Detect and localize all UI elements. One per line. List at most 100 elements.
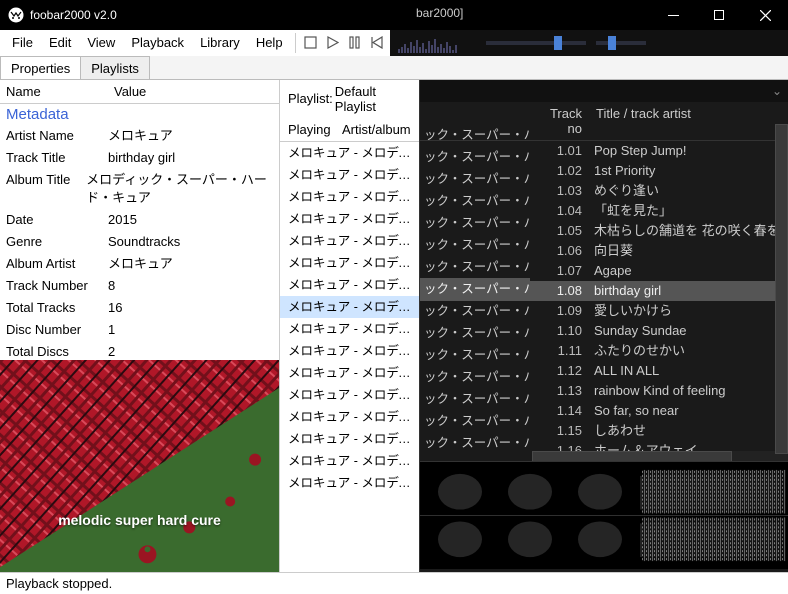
middle-header: Playing Artist/album [280, 118, 419, 142]
maximize-button[interactable] [696, 0, 742, 30]
balance-slider[interactable] [596, 41, 646, 45]
playlist-tabs-dark[interactable]: ⌄ [420, 80, 788, 102]
property-value: birthday girl [108, 149, 175, 167]
track-number: 1.03 [530, 182, 590, 200]
track-row[interactable]: 1.10Sunday Sundae [420, 321, 788, 341]
track-row[interactable]: 1.05木枯らしの舗道を 花の咲く春を [420, 221, 788, 241]
tab-properties[interactable]: Properties [0, 56, 81, 79]
track-row[interactable]: 1.11ふたりのせかい [420, 341, 788, 361]
track-row[interactable]: 1.01Pop Step Jump! [420, 141, 788, 161]
menu-library[interactable]: Library [192, 31, 248, 54]
track-number: 1.02 [530, 162, 590, 180]
menu-file[interactable]: File [4, 31, 41, 54]
track-row[interactable]: 1.13rainbow Kind of feeling [420, 381, 788, 401]
property-row[interactable]: Total Discs2 [0, 341, 279, 361]
property-key: Track Number [6, 277, 108, 295]
volume-slider[interactable] [486, 41, 586, 45]
property-value: 16 [108, 299, 122, 317]
track-row[interactable]: 1.15しあわせ [420, 421, 788, 441]
track-number: 1.07 [530, 262, 590, 280]
minimize-button[interactable] [650, 0, 696, 30]
menu-view[interactable]: View [79, 31, 123, 54]
track-title: しあわせ [590, 422, 788, 440]
track-title: 向日葵 [590, 242, 788, 260]
property-row[interactable]: Album Titleメロディック・スーパー・ハード・キュア [0, 169, 279, 209]
property-value: Soundtracks [108, 233, 180, 251]
playlist-row[interactable]: メロキュア - メロディック・スーパー・ハード... [280, 186, 419, 208]
property-row[interactable]: Date2015 [0, 209, 279, 231]
playlist-row[interactable]: メロキュア - メロディック・スーパー・ハード... [280, 208, 419, 230]
menu-help[interactable]: Help [248, 31, 291, 54]
playlist-row[interactable]: メロキュア - メロディック・スーパー・ハード... [280, 230, 419, 252]
playlist-selector[interactable]: Playlist: Default Playlist [280, 80, 419, 118]
playlist-row[interactable]: メロキュア - メロディック・スーパー・ハード... [280, 274, 419, 296]
track-row[interactable]: 1.021st Priority [420, 161, 788, 181]
menu-edit[interactable]: Edit [41, 31, 79, 54]
spectrogram[interactable] [420, 461, 788, 569]
track-row[interactable]: 1.12ALL IN ALL [420, 361, 788, 381]
track-title: Pop Step Jump! [590, 142, 788, 160]
track-number: 1.06 [530, 242, 590, 260]
window-title-secondary: bar2000] [416, 6, 463, 20]
track-row[interactable]: 1.04「虹を見た」 [420, 201, 788, 221]
property-key: Total Tracks [6, 299, 108, 317]
col-name[interactable]: Name [0, 80, 108, 103]
col-value[interactable]: Value [108, 80, 152, 103]
stop-icon[interactable] [302, 34, 320, 52]
vertical-scrollbar[interactable] [775, 124, 788, 465]
property-row[interactable]: Track Titlebirthday girl [0, 147, 279, 169]
album-art[interactable]: melodic super hard cure [0, 360, 279, 572]
playlist-row[interactable]: メロキュア - メロディック・スーパー・ハード... [280, 252, 419, 274]
track-row[interactable]: 1.14So far, so near [420, 401, 788, 421]
playlist-row[interactable]: メロキュア - メロディック・スーパー・ハード... [280, 406, 419, 428]
track-number: 1.01 [530, 142, 590, 160]
track-row[interactable]: 1.06向日葵 [420, 241, 788, 261]
track-number: 1.09 [530, 302, 590, 320]
col-title-artist[interactable]: Title / track artist [590, 102, 788, 140]
col-spacer [420, 102, 530, 140]
property-row[interactable]: Total Tracks16 [0, 297, 279, 319]
playlist-row[interactable]: メロキュア - メロディック・スーパー・ハード... [280, 318, 419, 340]
track-number: 1.12 [530, 362, 590, 380]
prev-icon[interactable] [368, 34, 386, 52]
chevron-down-icon[interactable]: ⌄ [772, 84, 782, 98]
playlist-row[interactable]: メロキュア - メロディック・スーパー・ハード... [280, 340, 419, 362]
property-value: 1 [108, 321, 115, 339]
playlist-row[interactable]: メロキュア - メロディック・スーパー・ハード... [280, 472, 419, 494]
track-number: 1.13 [530, 382, 590, 400]
statusbar: Playback stopped. [0, 572, 788, 594]
playlist-row[interactable]: メロキュア - メロディック・スーパー・ハード... [280, 450, 419, 472]
playlist-row[interactable]: メロキュア - メロディック・スーパー・ハード... [280, 142, 419, 164]
property-row[interactable]: Disc Number1 [0, 319, 279, 341]
playlist-row[interactable]: メロキュア - メロディック・スーパー・ハード... [280, 428, 419, 450]
track-row[interactable]: 1.09愛しいかけら [420, 301, 788, 321]
playlist-row[interactable]: メロキュア - メロディック・スーパー・ハード... [280, 164, 419, 186]
col-track-no[interactable]: Track no [530, 102, 590, 140]
track-row[interactable]: 1.08birthday girl [420, 281, 788, 301]
property-key: Genre [6, 233, 108, 251]
playlist-label: Playlist: [288, 91, 333, 106]
close-button[interactable] [742, 0, 788, 30]
track-number: 1.04 [530, 202, 590, 220]
track-number: 1.11 [530, 342, 590, 360]
playlist-row[interactable]: メロキュア - メロディック・スーパー・ハード... [280, 362, 419, 384]
col-artist-album[interactable]: Artist/album [334, 118, 415, 141]
col-playing[interactable]: Playing [280, 118, 334, 141]
tab-playlists[interactable]: Playlists [80, 56, 150, 79]
pause-icon[interactable] [346, 34, 364, 52]
property-row[interactable]: GenreSoundtracks [0, 231, 279, 253]
playlist-row[interactable]: メロキュア - メロディック・スーパー・ハード... [280, 384, 419, 406]
track-title: ふたりのせかい [590, 342, 788, 360]
property-row[interactable]: Album Artistメロキュア [0, 253, 279, 275]
property-key: Total Discs [6, 343, 108, 361]
titlebar[interactable]: foobar2000 v2.0 bar2000] [0, 0, 788, 30]
property-value: 2015 [108, 211, 137, 229]
play-icon[interactable] [324, 34, 342, 52]
property-row[interactable]: Track Number8 [0, 275, 279, 297]
track-row[interactable]: 1.07Agape [420, 261, 788, 281]
playlist-row[interactable]: メロキュア - メロディック・スーパー・ハード... [280, 296, 419, 318]
menu-playback[interactable]: Playback [123, 31, 192, 54]
property-row[interactable]: Artist Nameメロキュア [0, 125, 279, 147]
track-row[interactable]: 1.03めぐり逢い [420, 181, 788, 201]
track-title: めぐり逢い [590, 182, 788, 200]
